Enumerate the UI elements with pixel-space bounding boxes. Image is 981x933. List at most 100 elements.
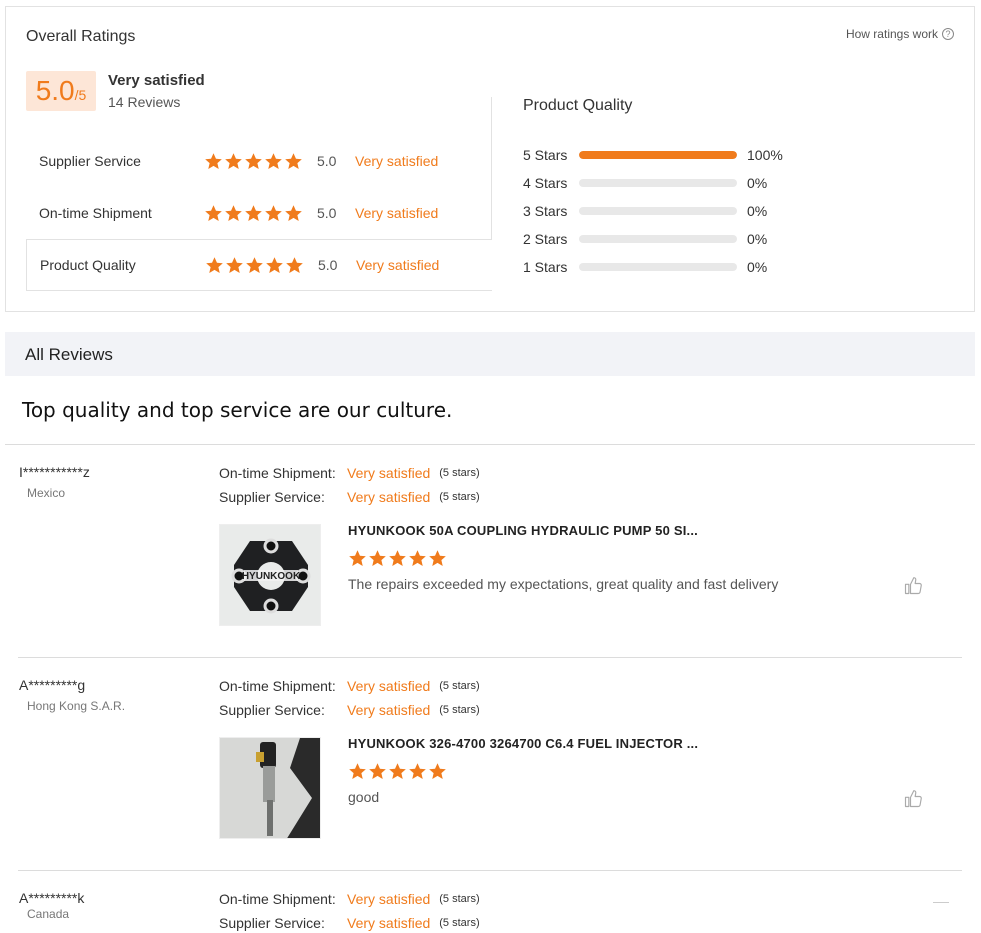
injector-product-image[interactable] <box>219 737 321 839</box>
review-item: A*********g Hong Kong S.A.R. On-time Shi… <box>5 677 975 857</box>
dimension-score: 5.0 <box>318 257 338 273</box>
star-icon <box>224 204 243 223</box>
shipment-label: On-time Shipment: <box>219 465 336 481</box>
star-icon <box>284 152 303 171</box>
product-stars <box>348 549 447 568</box>
shipment-rating: On-time Shipment: Very satisfied (5 star… <box>219 891 480 907</box>
star-icon <box>388 549 407 568</box>
star-icon <box>204 152 223 171</box>
service-stars-text: (5 stars) <box>439 491 480 503</box>
injector-illustration <box>220 738 320 838</box>
divider <box>5 444 975 445</box>
rating-dimensions: Supplier Service 5.0 Very satisfied On-t… <box>26 135 492 291</box>
distribution-percent: 0% <box>747 175 768 191</box>
service-value: Very satisfied <box>347 702 431 718</box>
product-title[interactable]: HYUNKOOK 50A COUPLING HYDRAULIC PUMP 50 … <box>348 523 698 538</box>
dimension-level: Very satisfied <box>356 257 440 273</box>
star-icon <box>224 152 243 171</box>
distribution-label: 2 Stars <box>523 231 568 247</box>
question-icon: ? <box>942 28 954 40</box>
divider <box>18 870 962 871</box>
service-rating: Supplier Service: Very satisfied (5 star… <box>219 915 480 931</box>
shipment-stars-text: (5 stars) <box>439 680 480 692</box>
distribution-label: 4 Stars <box>523 175 568 191</box>
shipment-value: Very satisfied <box>347 465 431 481</box>
star-icon <box>244 152 263 171</box>
star-icon <box>244 204 263 223</box>
shipment-rating: On-time Shipment: Very satisfied (5 star… <box>219 465 480 481</box>
dimension-score: 5.0 <box>317 205 337 221</box>
dimension-level: Very satisfied <box>355 153 439 169</box>
service-label: Supplier Service: <box>219 702 325 718</box>
all-reviews-title: All Reviews <box>25 345 113 364</box>
distribution-bar <box>579 179 737 187</box>
star-icon <box>245 256 264 275</box>
star-icon <box>408 549 427 568</box>
reviews-count: 14 Reviews <box>108 94 181 110</box>
shipment-stars-text: (5 stars) <box>439 467 480 479</box>
service-stars-text: (5 stars) <box>439 917 480 929</box>
star-icon <box>428 549 447 568</box>
distribution-label: 1 Stars <box>523 259 568 275</box>
dimension-label: Product Quality <box>40 257 136 273</box>
divider <box>933 902 949 903</box>
all-reviews-header: All Reviews <box>5 332 975 376</box>
star-icon <box>264 152 283 171</box>
star-icon <box>204 204 223 223</box>
distribution-row: 2 Stars 0% <box>523 225 783 253</box>
dimension-label: On-time Shipment <box>39 205 152 221</box>
distribution-bar <box>579 151 737 159</box>
star-icon <box>225 256 244 275</box>
shipment-label: On-time Shipment: <box>219 891 336 907</box>
star-icon <box>284 204 303 223</box>
distribution-row: 5 Stars 100% <box>523 141 783 169</box>
dimension-product-quality[interactable]: Product Quality 5.0 Very satisfied <box>26 239 492 291</box>
thumbs-up-icon[interactable] <box>903 789 923 809</box>
dimension-stars <box>204 204 303 223</box>
distribution-row: 1 Stars 0% <box>523 253 783 281</box>
overall-ratings-title: Overall Ratings <box>26 28 136 45</box>
service-value: Very satisfied <box>347 489 431 505</box>
star-icon <box>205 256 224 275</box>
dimension-level: Very satisfied <box>355 205 439 221</box>
reviewer-country: Hong Kong S.A.R. <box>27 699 126 713</box>
overall-ratings-panel: Overall Ratings How ratings work ? 5.0/5… <box>5 6 975 312</box>
review-comment: The repairs exceeded my expectations, gr… <box>348 576 779 592</box>
distribution-bar <box>579 263 737 271</box>
star-icon <box>285 256 304 275</box>
thumbs-up-icon[interactable] <box>903 576 923 596</box>
overall-score-max: /5 <box>74 87 87 103</box>
overall-level: Very satisfied <box>108 72 205 89</box>
coupling-product-image[interactable]: HYUNKOOK <box>219 524 321 626</box>
star-icon <box>388 762 407 781</box>
panel-divider <box>491 97 492 240</box>
reviewer-name: I***********z <box>19 464 90 480</box>
shipment-label: On-time Shipment: <box>219 678 336 694</box>
service-value: Very satisfied <box>347 915 431 931</box>
review-comment: good <box>348 789 380 805</box>
star-icon <box>264 204 283 223</box>
product-stars <box>348 762 447 781</box>
star-icon <box>368 762 387 781</box>
divider <box>18 657 962 658</box>
reviewer-name: A*********g <box>19 677 86 693</box>
distribution-bar <box>579 235 737 243</box>
dimension-on-time-shipment[interactable]: On-time Shipment 5.0 Very satisfied <box>26 187 492 239</box>
supplier-slogan: Top quality and top service are our cult… <box>22 398 453 422</box>
dimension-supplier-service[interactable]: Supplier Service 5.0 Very satisfied <box>26 135 492 187</box>
distribution-label: 3 Stars <box>523 203 568 219</box>
dimension-stars <box>204 152 303 171</box>
dimension-stars <box>205 256 304 275</box>
overall-score-badge: 5.0/5 <box>26 71 96 111</box>
distribution-bar-fill <box>579 151 737 159</box>
review-item: I***********z Mexico On-time Shipment: V… <box>5 464 975 644</box>
shipment-stars-text: (5 stars) <box>439 893 480 905</box>
star-icon <box>348 762 367 781</box>
distribution-percent: 100% <box>747 147 783 163</box>
service-label: Supplier Service: <box>219 915 325 931</box>
dimension-score: 5.0 <box>317 153 337 169</box>
product-title[interactable]: HYUNKOOK 326-4700 3264700 C6.4 FUEL INJE… <box>348 736 698 751</box>
distribution-row: 3 Stars 0% <box>523 197 783 225</box>
shipment-rating: On-time Shipment: Very satisfied (5 star… <box>219 678 480 694</box>
how-ratings-work-link[interactable]: How ratings work ? <box>846 27 954 41</box>
